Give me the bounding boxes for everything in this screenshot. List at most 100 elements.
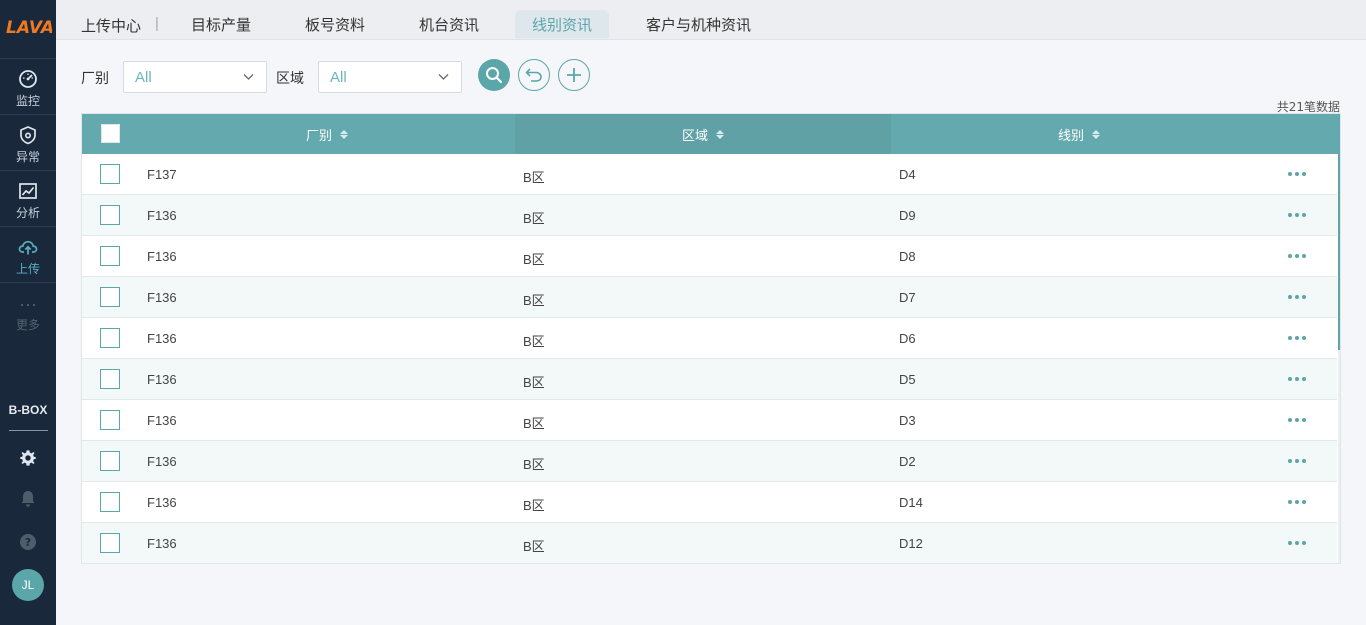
table-row[interactable]: F136 B区 D14	[82, 482, 1337, 523]
cell-line: D3	[899, 413, 916, 428]
row-checkbox[interactable]	[100, 246, 120, 266]
gear-icon	[20, 450, 36, 466]
settings-button[interactable]	[18, 448, 38, 468]
row-checkbox[interactable]	[100, 164, 120, 184]
avatar[interactable]: JL	[12, 569, 44, 601]
cell-line: D14	[899, 495, 923, 510]
cell-factory: F136	[147, 249, 177, 264]
row-more-actions-button[interactable]	[1288, 453, 1306, 469]
more-dot-icon	[1295, 500, 1299, 504]
cell-factory: F136	[147, 208, 177, 223]
more-dot-icon	[1295, 336, 1299, 340]
more-dot-icon	[1288, 500, 1292, 504]
more-dot-icon	[1288, 418, 1292, 422]
table-row[interactable]: F136 B区 D2	[82, 441, 1337, 482]
row-more-actions-button[interactable]	[1288, 371, 1306, 387]
sidebar-item-more[interactable]: 更多	[0, 285, 56, 341]
row-more-actions-button[interactable]	[1288, 166, 1306, 182]
cell-line: D6	[899, 331, 916, 346]
table-row[interactable]: F136 B区 D6	[82, 318, 1337, 359]
tab-customer-model-info[interactable]: 客户与机种资讯	[629, 10, 768, 38]
help-button[interactable]: ?	[18, 532, 38, 552]
tab-line-info[interactable]: 线别资讯	[515, 10, 610, 38]
sidebar-divider	[0, 114, 56, 115]
table-row[interactable]: F136 B区 D12	[82, 523, 1337, 563]
sidebar-item-analysis[interactable]: 分析	[0, 173, 56, 229]
chevron-down-icon	[438, 74, 449, 80]
sort-icon	[716, 129, 724, 139]
table-row[interactable]: F136 B区 D9	[82, 195, 1337, 236]
reset-button[interactable]	[518, 59, 550, 91]
line-info-table: 厂别 区域 线别 F137 B区 D4 F136 B区 D9 F136 B区 D8 F136 B区 D…	[81, 113, 1341, 564]
cell-factory: F136	[147, 536, 177, 551]
brand-logo[interactable]: LAVA	[0, 12, 56, 40]
add-button[interactable]	[558, 59, 590, 91]
chevron-down-icon	[243, 74, 254, 80]
row-checkbox[interactable]	[100, 533, 120, 553]
tab-target-output[interactable]: 目标产量	[174, 10, 268, 38]
sidebar: LAVA 监控 异常 分析 上传 更多 B-BOX ? JL	[0, 0, 56, 625]
row-more-actions-button[interactable]	[1288, 289, 1306, 305]
factory-filter-label: 厂别	[81, 71, 109, 87]
row-more-actions-button[interactable]	[1288, 535, 1306, 551]
row-more-actions-button[interactable]	[1288, 207, 1306, 223]
sidebar-item-label: 异常	[15, 150, 40, 164]
sidebar-item-upload[interactable]: 上传	[0, 229, 56, 285]
column-header-line[interactable]: 线别	[891, 114, 1267, 154]
row-checkbox[interactable]	[100, 410, 120, 430]
sort-icon	[340, 129, 348, 139]
row-checkbox[interactable]	[100, 205, 120, 225]
page-title: 上传中心	[81, 17, 142, 35]
row-more-actions-button[interactable]	[1288, 330, 1306, 346]
table-row[interactable]: F136 B区 D5	[82, 359, 1337, 400]
top-tab-bar: 上传中心 | 目标产量 板号资料 机台资讯 线别资讯 客户与机种资讯	[56, 0, 1366, 40]
row-more-actions-button[interactable]	[1288, 248, 1306, 264]
factory-select[interactable]: All	[123, 61, 267, 93]
row-checkbox[interactable]	[100, 451, 120, 471]
cell-area: B区	[523, 416, 545, 431]
row-more-actions-button[interactable]	[1288, 412, 1306, 428]
search-button[interactable]	[478, 59, 510, 91]
cell-area: B区	[523, 457, 545, 472]
more-dot-icon	[1295, 541, 1299, 545]
row-checkbox[interactable]	[100, 492, 120, 512]
column-header-factory[interactable]: 厂别	[139, 114, 515, 154]
column-header-area[interactable]: 区域	[515, 114, 891, 154]
shield-alert-icon	[20, 126, 36, 145]
tab-machine-info[interactable]: 机台资讯	[402, 10, 496, 38]
cloud-upload-icon	[18, 240, 38, 255]
cell-factory: F136	[147, 495, 177, 510]
ellipsis-icon	[20, 303, 36, 307]
notifications-button[interactable]	[18, 489, 38, 509]
scrollbar-thumb[interactable]	[1338, 154, 1340, 350]
more-dot-icon	[1288, 172, 1292, 176]
sidebar-item-monitor[interactable]: 监控	[0, 61, 56, 117]
more-dot-icon	[1295, 213, 1299, 217]
tab-board-info[interactable]: 板号资料	[288, 10, 382, 38]
table-scrollbar[interactable]	[1338, 154, 1340, 563]
row-checkbox[interactable]	[100, 328, 120, 348]
more-dot-icon	[1295, 459, 1299, 463]
more-dot-icon	[1288, 336, 1292, 340]
table-row[interactable]: F136 B区 D3	[82, 400, 1337, 441]
cell-line: D12	[899, 536, 923, 551]
svg-text:?: ?	[25, 536, 31, 549]
cell-line: D9	[899, 208, 916, 223]
more-dot-icon	[1288, 213, 1292, 217]
sidebar-item-exception[interactable]: 异常	[0, 117, 56, 173]
more-dot-icon	[1288, 377, 1292, 381]
table-row[interactable]: F136 B区 D7	[82, 277, 1337, 318]
breadcrumb-separator: |	[155, 15, 159, 32]
sidebar-item-label: 分析	[15, 206, 40, 220]
b-box-label[interactable]: B-BOX	[0, 403, 56, 417]
search-icon	[486, 67, 503, 84]
table-row[interactable]: F136 B区 D8	[82, 236, 1337, 277]
more-dot-icon	[1295, 295, 1299, 299]
select-all-checkbox[interactable]	[101, 124, 120, 143]
table-row[interactable]: F137 B区 D4	[82, 154, 1337, 195]
area-select[interactable]: All	[318, 61, 462, 93]
row-checkbox[interactable]	[100, 287, 120, 307]
row-checkbox[interactable]	[100, 369, 120, 389]
cell-area: B区	[523, 170, 545, 185]
row-more-actions-button[interactable]	[1288, 494, 1306, 510]
